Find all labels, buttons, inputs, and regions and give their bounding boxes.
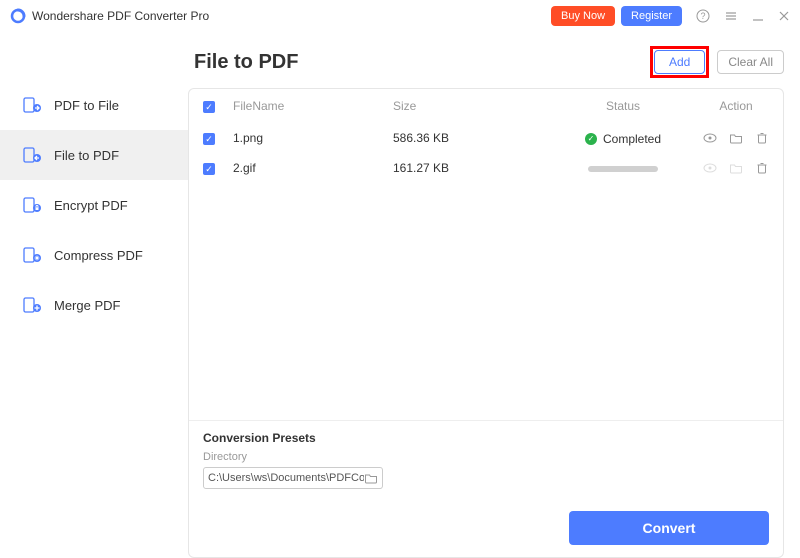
directory-label: Directory — [203, 451, 769, 463]
open-folder-icon — [729, 161, 743, 175]
pdf-to-file-icon — [22, 95, 42, 115]
sidebar-item-encrypt-pdf[interactable]: Encrypt PDF — [0, 180, 188, 230]
sidebar-item-label: Compress PDF — [54, 248, 143, 263]
col-action: Action — [703, 99, 769, 113]
preview-icon[interactable] — [703, 131, 717, 145]
col-status: Status — [543, 99, 703, 113]
row-size: 161.27 KB — [393, 161, 543, 175]
app-logo-icon — [10, 8, 26, 24]
file-panel: FileName Size Status Action 1.png 586.36… — [188, 88, 784, 558]
row-checkbox[interactable] — [203, 163, 215, 175]
browse-folder-icon[interactable] — [364, 471, 378, 485]
encrypt-pdf-icon — [22, 195, 42, 215]
merge-pdf-icon — [22, 295, 42, 315]
convert-bar: Convert — [189, 499, 783, 557]
sidebar-item-file-to-pdf[interactable]: File to PDF — [0, 130, 188, 180]
status-complete-icon — [585, 133, 597, 145]
row-actions — [703, 161, 769, 175]
table-header: FileName Size Status Action — [189, 89, 783, 123]
select-all-checkbox[interactable] — [203, 101, 215, 113]
col-filename: FileName — [233, 99, 393, 113]
svg-text:?: ? — [700, 11, 705, 21]
sidebar-item-label: Merge PDF — [54, 298, 120, 313]
buy-now-button[interactable]: Buy Now — [551, 6, 615, 26]
sidebar-item-merge-pdf[interactable]: Merge PDF — [0, 280, 188, 330]
conversion-presets: Conversion Presets Directory C:\Users\ws… — [189, 420, 783, 499]
add-button-highlight: Add — [650, 46, 709, 78]
sidebar: PDF to File File to PDF Encrypt PDF Comp… — [0, 32, 188, 558]
add-button[interactable]: Add — [654, 50, 705, 74]
row-status: Completed — [543, 130, 703, 146]
presets-title: Conversion Presets — [203, 431, 769, 445]
row-checkbox[interactable] — [203, 133, 215, 145]
table-row: 2.gif 161.27 KB — [189, 153, 783, 183]
app-window: Wondershare PDF Converter Pro Buy Now Re… — [0, 0, 800, 558]
row-filename: 1.png — [233, 131, 393, 145]
row-status — [543, 161, 703, 175]
page-title: File to PDF — [194, 51, 650, 74]
clear-all-button[interactable]: Clear All — [717, 50, 784, 74]
sidebar-item-label: File to PDF — [54, 148, 119, 163]
delete-icon[interactable] — [755, 131, 769, 145]
table-row: 1.png 586.36 KB Completed — [189, 123, 783, 153]
app-title: Wondershare PDF Converter Pro — [32, 9, 209, 23]
help-icon[interactable]: ? — [696, 9, 710, 23]
sidebar-item-label: PDF to File — [54, 98, 119, 113]
empty-area — [189, 183, 783, 420]
row-filename: 2.gif — [233, 161, 393, 175]
row-actions — [703, 131, 769, 145]
progress-bar — [588, 166, 658, 172]
col-size: Size — [393, 99, 543, 113]
titlebar: Wondershare PDF Converter Pro Buy Now Re… — [0, 0, 800, 32]
sidebar-item-label: Encrypt PDF — [54, 198, 128, 213]
main-panel: File to PDF Add Clear All FileName Size … — [188, 32, 800, 558]
register-button[interactable]: Register — [621, 6, 682, 26]
file-to-pdf-icon — [22, 145, 42, 165]
close-icon[interactable] — [778, 10, 790, 22]
sidebar-item-pdf-to-file[interactable]: PDF to File — [0, 80, 188, 130]
minimize-icon[interactable] — [752, 10, 764, 22]
app-body: PDF to File File to PDF Encrypt PDF Comp… — [0, 32, 800, 558]
menu-icon[interactable] — [724, 9, 738, 23]
open-folder-icon[interactable] — [729, 131, 743, 145]
directory-input[interactable]: C:\Users\ws\Documents\PDFConvert — [203, 467, 383, 489]
sidebar-item-compress-pdf[interactable]: Compress PDF — [0, 230, 188, 280]
row-size: 586.36 KB — [393, 131, 543, 145]
directory-value: C:\Users\ws\Documents\PDFConvert — [208, 472, 364, 484]
main-header: File to PDF Add Clear All — [188, 32, 784, 88]
convert-button[interactable]: Convert — [569, 511, 769, 545]
compress-pdf-icon — [22, 245, 42, 265]
delete-icon[interactable] — [755, 161, 769, 175]
preview-icon — [703, 161, 717, 175]
